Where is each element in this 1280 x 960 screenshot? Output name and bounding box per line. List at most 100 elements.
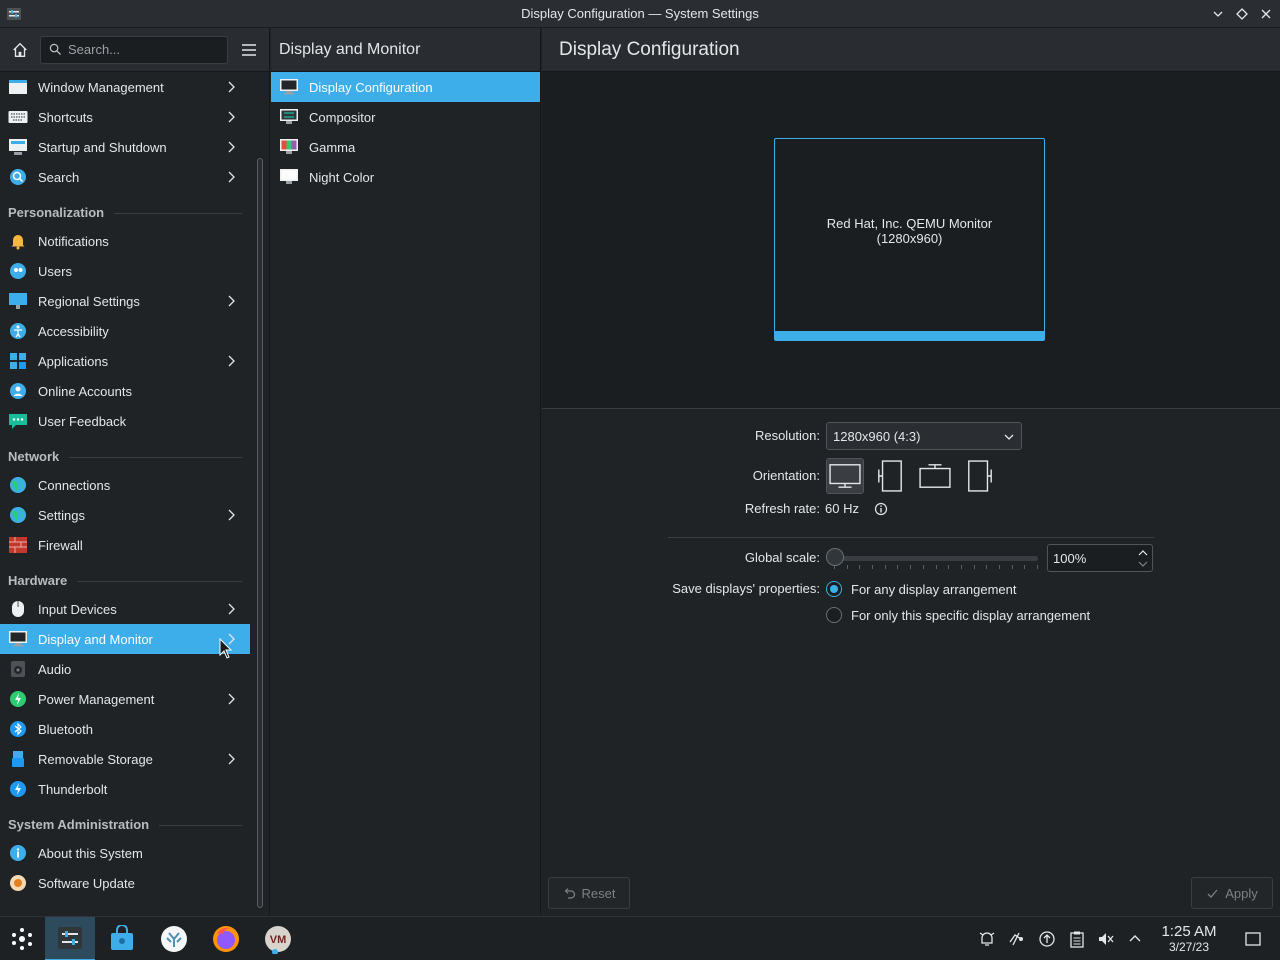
page-title: Display Configuration <box>542 28 1280 72</box>
search-input[interactable] <box>68 42 218 57</box>
virt-manager-icon: VM <box>265 926 291 954</box>
clock-time: 1:25 AM <box>1161 923 1217 940</box>
sidebar-item-regional-settings[interactable]: Regional Settings <box>0 286 250 316</box>
notifications-tray-icon[interactable] <box>978 930 996 948</box>
sidebar-item-users[interactable]: Users <box>0 256 250 286</box>
sidebar-item-removable-storage[interactable]: Removable Storage <box>0 744 250 774</box>
chevron-right-icon <box>228 753 235 765</box>
system-settings-icon <box>58 927 82 949</box>
firewall-icon <box>8 535 28 555</box>
monitor-preview[interactable]: Red Hat, Inc. QEMU Monitor (1280x960) <box>774 138 1045 341</box>
taskbar-discover[interactable] <box>97 917 147 960</box>
firefox-icon <box>213 926 239 952</box>
sidebar-item-applications[interactable]: Applications <box>0 346 250 376</box>
orientation-left-button[interactable] <box>871 458 909 494</box>
refresh-rate-value: 60 Hz <box>825 501 859 516</box>
taskbar-system-settings[interactable] <box>45 917 95 960</box>
sidebar-item-settings[interactable]: Settings <box>0 500 250 530</box>
reset-button[interactable]: Reset <box>548 877 630 909</box>
subcategory-item-night-color[interactable]: Night Color <box>271 162 540 192</box>
maximize-button[interactable] <box>1234 6 1250 22</box>
sidebar-item-thunderbolt[interactable]: Thunderbolt <box>0 774 250 804</box>
clipboard-tray-icon[interactable] <box>1068 930 1086 948</box>
radio-button-unchecked[interactable] <box>826 607 842 623</box>
taskbar-virt-manager[interactable]: VM <box>253 917 303 960</box>
taskbar-firefox[interactable] <box>201 917 251 960</box>
orientation-upside-down-button[interactable] <box>916 458 954 494</box>
sidebar-item-search[interactable]: Search <box>0 162 250 192</box>
monitor-name: Red Hat, Inc. QEMU Monitor <box>826 215 993 231</box>
section-divider <box>69 457 242 458</box>
home-button[interactable] <box>8 38 32 62</box>
search-field[interactable] <box>40 35 228 64</box>
resolution-combobox[interactable]: 1280x960 (4:3) <box>826 422 1022 450</box>
sidebar-item-label: Online Accounts <box>38 383 132 399</box>
radio-any-arrangement[interactable]: For any display arrangement <box>826 581 1016 597</box>
sidebar-item-about-this-system[interactable]: About this System <box>0 838 250 868</box>
chevron-right-icon <box>228 693 235 705</box>
mouse-icon <box>8 599 28 619</box>
subcategory-item-gamma[interactable]: Gamma <box>271 132 540 162</box>
tray-expand-icon[interactable] <box>1126 930 1144 948</box>
discover-store-icon <box>111 925 133 950</box>
sidebar-item-startup-and-shutdown[interactable]: Startup and Shutdown <box>0 132 250 162</box>
subcategory-item-display-configuration[interactable]: Display Configuration <box>271 72 540 102</box>
chevron-right-icon <box>228 295 235 307</box>
chevron-down-icon[interactable] <box>1138 560 1148 568</box>
resolution-label: Resolution: <box>754 428 820 443</box>
radio-button-checked[interactable] <box>826 581 842 597</box>
sidebar-scrollbar[interactable] <box>257 158 263 908</box>
minimize-button[interactable] <box>1210 6 1226 22</box>
sidebar-item-power-management[interactable]: Power Management <box>0 684 250 714</box>
sidebar-item-label: Regional Settings <box>38 293 140 309</box>
sidebar-item-label: Software Update <box>38 875 135 891</box>
sidebar-item-label: Firewall <box>38 537 83 553</box>
orientation-label: Orientation: <box>752 468 820 483</box>
users-icon <box>8 261 28 281</box>
updates-tray-icon[interactable] <box>1038 930 1056 948</box>
accessibility-icon <box>8 321 28 341</box>
close-button[interactable] <box>1258 6 1274 22</box>
digital-clock[interactable]: 1:25 AM 3/27/23 <box>1152 923 1226 954</box>
info-icon[interactable] <box>874 502 888 516</box>
sidebar-item-window-management[interactable]: Window Management <box>0 72 250 102</box>
upside-down-orientation-icon <box>919 464 951 488</box>
chevron-down-icon <box>1004 434 1014 440</box>
orientation-right-button[interactable] <box>961 458 999 494</box>
sidebar-item-firewall[interactable]: Firewall <box>0 530 250 560</box>
sidebar-item-input-devices[interactable]: Input Devices <box>0 594 250 624</box>
radio-specific-arrangement[interactable]: For only this specific display arrangeme… <box>826 607 1090 623</box>
apply-button[interactable]: Apply <box>1191 877 1273 909</box>
sidebar-item-display-and-monitor[interactable]: Display and Monitor <box>0 624 250 654</box>
landscape-orientation-icon <box>829 464 861 488</box>
application-launcher-button[interactable] <box>0 917 44 960</box>
sidebar-item-accessibility[interactable]: Accessibility <box>0 316 250 346</box>
show-desktop-icon[interactable] <box>1244 930 1262 948</box>
sidebar-item-audio[interactable]: Audio <box>0 654 250 684</box>
hamburger-menu-button[interactable] <box>238 39 260 61</box>
sidebar-item-online-accounts[interactable]: Online Accounts <box>0 376 250 406</box>
volume-muted-tray-icon[interactable] <box>1097 930 1115 948</box>
sidebar-item-label: Bluetooth <box>38 721 93 737</box>
sidebar-item-shortcuts[interactable]: Shortcuts <box>0 102 250 132</box>
usb-icon <box>8 749 28 769</box>
global-scale-spinbox[interactable]: 100% <box>1047 544 1153 572</box>
chevron-right-icon <box>228 81 235 93</box>
sidebar-item-user-feedback[interactable]: User Feedback <box>0 406 250 436</box>
update-icon <box>8 873 28 893</box>
window-management-icon <box>8 77 28 97</box>
taskbar-app-3[interactable] <box>149 917 199 960</box>
section-header-system-administration: System Administration <box>0 804 250 838</box>
slider-handle[interactable] <box>826 548 844 566</box>
chevron-up-icon[interactable] <box>1138 549 1148 557</box>
save-properties-label: Save displays' properties: <box>672 581 820 596</box>
subcategory-item-compositor[interactable]: Compositor <box>271 102 540 132</box>
sidebar-item-software-update[interactable]: Software Update <box>0 868 250 898</box>
checkmark-icon <box>1207 889 1218 898</box>
sidebar-item-notifications[interactable]: Notifications <box>0 226 250 256</box>
sidebar-item-bluetooth[interactable]: Bluetooth <box>0 714 250 744</box>
kde-connect-tray-icon[interactable] <box>1007 930 1025 948</box>
global-scale-slider[interactable] <box>834 556 1038 561</box>
orientation-normal-button[interactable] <box>826 458 864 494</box>
sidebar-item-connections[interactable]: Connections <box>0 470 250 500</box>
